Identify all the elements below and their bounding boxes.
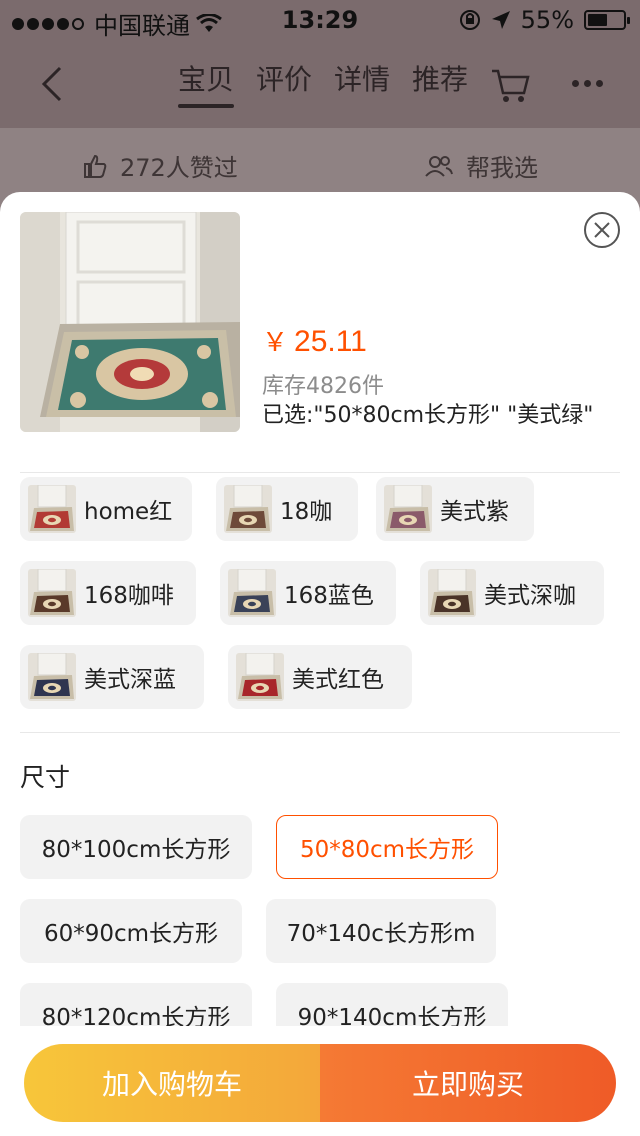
- size-option-80x100[interactable]: 80*100cm长方形: [20, 815, 252, 879]
- rug-thumbnail: [28, 569, 76, 617]
- battery-percent: 55%: [520, 6, 574, 34]
- color-option-label: 美式深蓝: [84, 667, 176, 693]
- close-icon: [594, 222, 610, 238]
- color-option-168-coffee[interactable]: 168咖啡: [20, 561, 196, 625]
- rug-thumbnail: [228, 569, 276, 617]
- color-option-label: 168咖啡: [84, 583, 174, 609]
- tab-baobei[interactable]: 宝贝: [178, 58, 235, 116]
- selected-variant-summary: 已选:"50*80cm长方形" "美式绿": [262, 403, 594, 428]
- tab-pingjia[interactable]: 评价: [256, 58, 312, 116]
- size-option-70x140[interactable]: 70*140c长方形m: [266, 899, 496, 963]
- add-to-cart-button[interactable]: 加入购物车: [24, 1044, 320, 1122]
- color-option-american-dark-blue[interactable]: 美式深蓝: [20, 645, 204, 709]
- size-section-title: 尺寸: [20, 763, 71, 792]
- thumbs-up-icon: [84, 154, 107, 178]
- divider: [20, 472, 620, 473]
- product-price: ￥ 25.11: [262, 322, 367, 359]
- nav-tabs: 宝贝 评价 详情 推荐: [178, 58, 468, 116]
- likes-label: 272人赞过: [120, 154, 238, 182]
- likes-row[interactable]: 272人赞过: [82, 148, 238, 183]
- cart-icon[interactable]: [490, 68, 532, 104]
- size-option-60x90[interactable]: 60*90cm长方形: [20, 899, 242, 963]
- currency-symbol: ￥: [262, 327, 289, 357]
- tab-tuijian[interactable]: 推荐: [412, 58, 468, 116]
- color-option-label: 168蓝色: [284, 583, 374, 609]
- color-option-label: 美式红色: [292, 667, 384, 693]
- rug-thumbnail: [428, 569, 476, 617]
- color-option-168-blue[interactable]: 168蓝色: [220, 561, 396, 625]
- status-right: 55%: [459, 6, 630, 34]
- rug-thumbnail: [384, 485, 432, 533]
- color-option-label: 18咖: [280, 499, 333, 525]
- battery-icon: [584, 10, 630, 30]
- close-button[interactable]: [584, 212, 620, 248]
- product-nav-bar: 宝贝 评价 详情 推荐: [0, 42, 640, 128]
- divider: [20, 732, 620, 733]
- action-bar: 加入购物车 立即购买: [24, 1044, 616, 1122]
- more-dots-icon[interactable]: [572, 80, 603, 87]
- tab-xiangqing[interactable]: 详情: [334, 58, 390, 116]
- sku-selection-sheet: ￥ 25.11 库存4826件 已选:"50*80cm长方形" "美式绿" hom…: [0, 192, 640, 1136]
- rug-thumbnail: [224, 485, 272, 533]
- status-bar: 中国联通 13:29 55%: [0, 0, 640, 42]
- back-chevron-icon[interactable]: [34, 62, 74, 106]
- people-icon: [425, 155, 453, 177]
- product-image: [20, 212, 240, 432]
- color-option-label: home红: [84, 499, 173, 525]
- color-option-18-coffee[interactable]: 18咖: [216, 477, 358, 541]
- rug-thumbnail: [28, 653, 76, 701]
- size-option-50x80-selected[interactable]: 50*80cm长方形: [276, 815, 498, 879]
- color-option-american-red[interactable]: 美式红色: [228, 645, 412, 709]
- color-option-label: 美式深咖: [484, 583, 576, 609]
- rug-thumbnail: [236, 653, 284, 701]
- price-value: 25.11: [294, 325, 367, 358]
- battery-fill: [588, 14, 607, 26]
- buy-now-button[interactable]: 立即购买: [320, 1044, 616, 1122]
- help-label: 帮我选: [466, 154, 538, 182]
- color-option-american-dark-coffee[interactable]: 美式深咖: [420, 561, 604, 625]
- rug-thumbnail: [28, 485, 76, 533]
- help-row[interactable]: 帮我选: [424, 148, 538, 183]
- color-option-home-red[interactable]: home红: [20, 477, 192, 541]
- color-option-american-purple[interactable]: 美式紫: [376, 477, 534, 541]
- stock-count: 库存4826件: [262, 374, 384, 399]
- color-option-label: 美式紫: [440, 499, 509, 525]
- location-arrow-icon: [491, 11, 510, 29]
- rotation-lock-icon: [459, 10, 480, 30]
